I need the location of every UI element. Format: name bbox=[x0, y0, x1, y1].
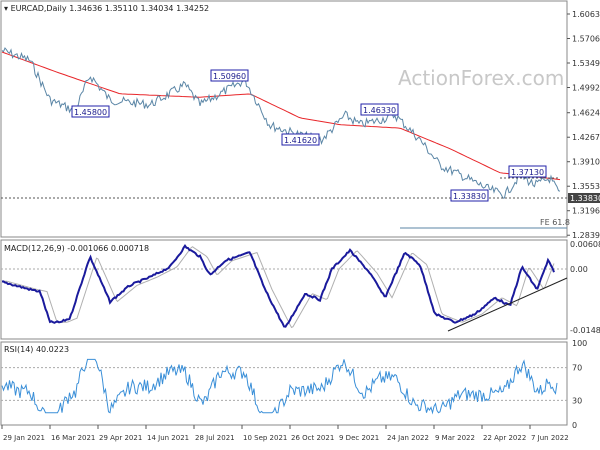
macd-trendline bbox=[447, 277, 568, 332]
y-tick-label: 1.46245 bbox=[572, 109, 600, 118]
price-label: 1.41620 bbox=[284, 136, 317, 145]
rsi-tick-label: 70 bbox=[572, 364, 582, 373]
x-tick-label: 26 Oct 2021 bbox=[291, 434, 334, 442]
x-tick-label: 16 Mar 2021 bbox=[51, 434, 95, 442]
x-tick-label: 9 Mar 2022 bbox=[435, 434, 475, 442]
x-tick-label: 29 Jan 2021 bbox=[3, 434, 45, 442]
x-tick-label: 14 Jun 2021 bbox=[147, 434, 189, 442]
chart-title: ▾ EURCAD,Daily 1.34636 1.35110 1.34034 1… bbox=[4, 4, 209, 13]
rsi-tick-label: 30 bbox=[572, 396, 582, 405]
x-tick-label: 28 Jul 2021 bbox=[195, 434, 235, 442]
macd-title: MACD(12,26,9) -0.001066 0.000718 bbox=[4, 244, 149, 253]
rsi-title: RSI(14) 40.0223 bbox=[4, 345, 69, 354]
y-tick-label: 1.60630 bbox=[572, 10, 600, 19]
macd-tick-label: 0.00 bbox=[570, 265, 588, 274]
x-tick-label: 10 Sep 2021 bbox=[243, 434, 287, 442]
y-tick-label: 1.57060 bbox=[572, 35, 600, 44]
rsi-panel bbox=[1, 358, 567, 415]
x-tick-label: 7 Jun 2022 bbox=[531, 434, 569, 442]
x-tick-label: 22 Apr 2022 bbox=[483, 434, 526, 442]
macd-tick-label: -0.014876 bbox=[570, 326, 600, 335]
rsi-tick-label: 0 bbox=[572, 421, 577, 430]
y-tick-label: 1.49920 bbox=[572, 84, 600, 93]
y-tick-label: 1.53490 bbox=[572, 59, 600, 68]
chart-canvas: ActionForex.com ▾ EURCAD,Daily 1.34636 1… bbox=[0, 0, 600, 442]
price-label: 1.33830 bbox=[453, 192, 486, 201]
x-tick-label: 9 Dec 2021 bbox=[339, 434, 379, 442]
macd-panel bbox=[1, 243, 568, 332]
x-tick-label: 24 Jan 2022 bbox=[387, 434, 429, 442]
panel-frames bbox=[0, 0, 568, 426]
y-tick-label: 1.35535 bbox=[572, 182, 600, 191]
current-price-label: 1.33830 bbox=[570, 194, 600, 203]
watermark: ActionForex.com bbox=[398, 66, 564, 90]
y-tick-label: 1.39105 bbox=[572, 158, 600, 167]
y-tick-label: 1.31965 bbox=[572, 207, 600, 216]
price-label: 1.46330 bbox=[363, 106, 396, 115]
fe-label: FE 61.8 bbox=[540, 218, 570, 227]
y-tick-label: 1.42675 bbox=[572, 133, 600, 142]
y-tick-label: 1.28395 bbox=[572, 231, 600, 240]
price-label: 1.37130 bbox=[511, 168, 544, 177]
macd-tick-label: 0.006084 bbox=[570, 240, 600, 249]
rsi-tick-label: 100 bbox=[572, 339, 587, 348]
price-label: 1.45800 bbox=[74, 108, 107, 117]
x-tick-label: 29 Apr 2021 bbox=[99, 434, 142, 442]
macd-line bbox=[1, 243, 555, 328]
price-label: 1.50960 bbox=[213, 72, 246, 81]
